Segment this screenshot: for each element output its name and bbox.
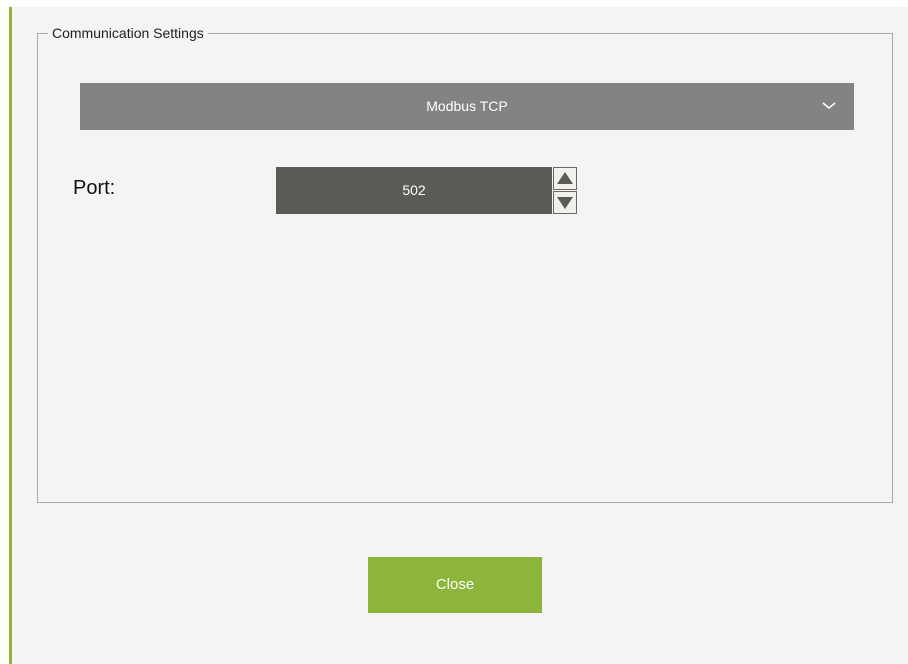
protocol-select[interactable]: Modbus TCP xyxy=(80,83,854,130)
triangle-down-icon xyxy=(557,197,573,209)
chevron-down-icon xyxy=(822,98,836,112)
port-stepper xyxy=(553,167,577,214)
port-decrement-button[interactable] xyxy=(553,191,577,214)
port-input[interactable]: 502 xyxy=(276,167,552,214)
triangle-up-icon xyxy=(557,172,573,184)
communication-settings-group: Communication Settings Modbus TCP Port: … xyxy=(37,25,893,503)
port-increment-button[interactable] xyxy=(553,167,577,190)
port-label: Port: xyxy=(73,177,116,199)
communication-settings-dialog: Communication Settings Modbus TCP Port: … xyxy=(9,7,908,664)
group-title: Communication Settings xyxy=(48,25,208,41)
protocol-selected-value: Modbus TCP xyxy=(426,98,508,114)
close-button[interactable]: Close xyxy=(368,557,542,613)
